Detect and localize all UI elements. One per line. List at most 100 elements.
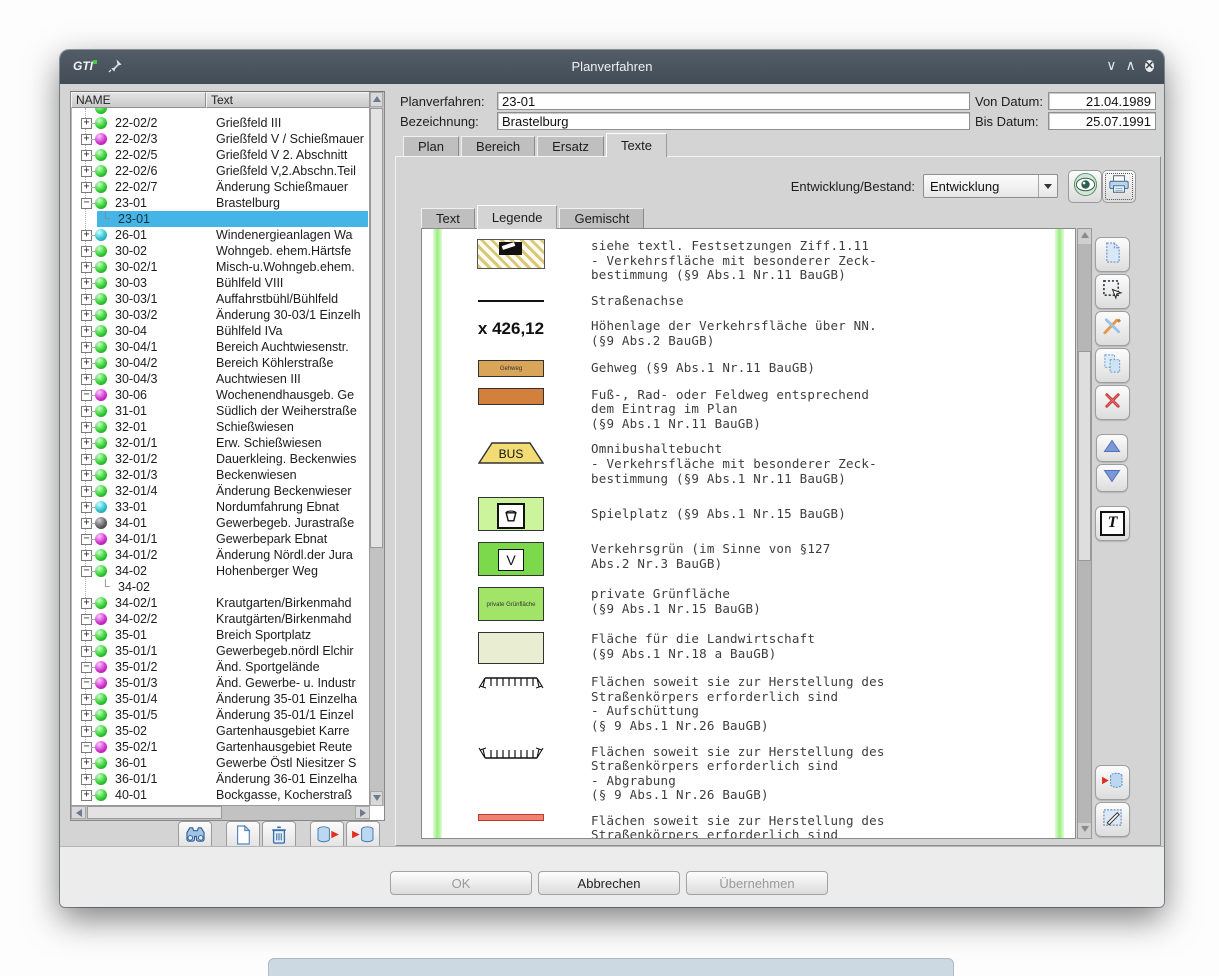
tree-row[interactable]: −34-02/2Krautgärten/Birkenmahd: [71, 611, 368, 627]
expand-toggle-icon[interactable]: −: [81, 742, 92, 753]
expand-toggle-icon[interactable]: +: [81, 710, 92, 721]
tree-row[interactable]: +30-04/3Auchtwiesen III: [71, 371, 368, 387]
tab-bereich[interactable]: Bereich: [461, 136, 535, 157]
tree-row[interactable]: +35-01/1Gewerbegeb.nördl Elchir: [71, 643, 368, 659]
scroll-down-arrow[interactable]: [1078, 823, 1091, 838]
scrollbar-thumb[interactable]: [87, 806, 222, 819]
tree-row[interactable]: +22-02/2Grießfeld III: [71, 115, 368, 131]
close-button[interactable]: ✕: [1145, 56, 1154, 75]
eye-button[interactable]: [1068, 170, 1102, 203]
scrollbar-thumb[interactable]: [370, 108, 383, 548]
ok-button[interactable]: OK: [390, 871, 532, 895]
expand-toggle-icon[interactable]: +: [81, 406, 92, 417]
tree-row[interactable]: +30-02/1Misch-u.Wohngeb.ehem.: [71, 259, 368, 275]
tree-row[interactable]: +30-04/2Bereich Köhlerstraße: [71, 355, 368, 371]
tree-row[interactable]: +36-01Gewerbe Östl Niesitzer S: [71, 755, 368, 771]
expand-toggle-icon[interactable]: +: [81, 326, 92, 337]
expand-toggle-icon[interactable]: −: [81, 614, 92, 625]
expand-toggle-icon[interactable]: +: [81, 150, 92, 161]
expand-toggle-icon[interactable]: +: [81, 374, 92, 385]
abbrechen-button[interactable]: Abbrechen: [538, 871, 680, 895]
tree-row[interactable]: +32-01/4Änderung Beckenwieser: [71, 483, 368, 499]
tree-row[interactable]: −35-02/1Gartenhausgebiet Reute: [71, 739, 368, 755]
expand-toggle-icon[interactable]: +: [81, 438, 92, 449]
expand-toggle-icon[interactable]: +: [81, 598, 92, 609]
tree-row[interactable]: −35-01/3Änd. Gewerbe- u. Industr: [71, 675, 368, 691]
tree-row[interactable]: +30-04Bühlfeld IVa: [71, 323, 368, 339]
scroll-right-arrow[interactable]: [355, 806, 370, 819]
tree-vertical-scrollbar[interactable]: [369, 92, 384, 806]
expand-toggle-icon[interactable]: +: [81, 294, 92, 305]
expand-toggle-icon[interactable]: +: [81, 182, 92, 193]
von-datum-input[interactable]: [1048, 92, 1156, 110]
tree-row[interactable]: −34-02Hohenberger Weg: [71, 563, 368, 579]
tree-row[interactable]: +36-01/1Änderung 36-01 Einzelha: [71, 771, 368, 787]
tree-row[interactable]: +26-01Windenergieanlagen Wa: [71, 227, 368, 243]
tree-row[interactable]: +34-01Gewerbegeb. Jurastraße: [71, 515, 368, 531]
tree-row[interactable]: +30-04/1Bereich Auchtwiesenstr.: [71, 339, 368, 355]
tree-row[interactable]: +32-01/1Erw. Schießwiesen: [71, 435, 368, 451]
bezeichnung-input[interactable]: [497, 112, 970, 130]
bis-datum-input[interactable]: [1048, 112, 1156, 130]
expand-toggle-icon[interactable]: +: [81, 502, 92, 513]
expand-toggle-icon[interactable]: +: [81, 358, 92, 369]
expand-toggle-icon[interactable]: +: [81, 422, 92, 433]
tree-row[interactable]: +40-01Bockgasse, Kocherstraß: [71, 787, 368, 802]
scrollbar-thumb[interactable]: [1078, 351, 1091, 561]
tree-row[interactable]: +30-03/2Änderung 30-03/1 Einzelh: [71, 307, 368, 323]
tree-row[interactable]: +32-01/2Dauerkleing. Beckenwies: [71, 451, 368, 467]
expand-toggle-icon[interactable]: +: [81, 342, 92, 353]
tree-row[interactable]: +22-02/7Änderung Schießmauer: [71, 179, 368, 195]
tab-texte[interactable]: Texte: [606, 133, 667, 157]
tab-ersatz[interactable]: Ersatz: [537, 136, 604, 157]
expand-toggle-icon[interactable]: +: [81, 246, 92, 257]
tree-row[interactable]: −35-01/2Änd. Sportgelände: [71, 659, 368, 675]
expand-toggle-icon[interactable]: +: [81, 550, 92, 561]
tools-button[interactable]: [1095, 311, 1130, 346]
copy-button[interactable]: [1095, 348, 1130, 383]
expand-toggle-icon[interactable]: −: [81, 662, 92, 673]
column-header-text[interactable]: Text: [206, 92, 370, 108]
expand-toggle-icon[interactable]: +: [81, 758, 92, 769]
tree-row[interactable]: +22-02/6Grießfeld V,2.Abschn.Teil: [71, 163, 368, 179]
subtab-gemischt[interactable]: Gemischt: [559, 208, 644, 229]
tree-row[interactable]: +34-01/2Änderung Nördl.der Jura: [71, 547, 368, 563]
subtab-text[interactable]: Text: [421, 208, 475, 229]
tree-row[interactable]: +22-02/5Grießfeld V 2. Abschnitt: [71, 147, 368, 163]
expand-toggle-icon[interactable]: −: [81, 678, 92, 689]
tree-row[interactable]: −30-06Wochenendhausgeb. Ge: [71, 387, 368, 403]
entwicklung-bestand-select[interactable]: Entwicklung: [923, 174, 1058, 198]
expand-toggle-icon[interactable]: +: [81, 694, 92, 705]
chevron-down-icon[interactable]: [1038, 175, 1057, 197]
titlebar[interactable]: GTI Planverfahren ∨∧✕: [60, 50, 1164, 84]
planverfahren-input[interactable]: [497, 92, 970, 110]
tree-row[interactable]: +31-01Südlich der Weiherstraße: [71, 403, 368, 419]
expand-toggle-icon[interactable]: +: [81, 630, 92, 641]
expand-toggle-icon[interactable]: +: [81, 230, 92, 241]
tree-row[interactable]: +30-03/1Auffahrstbühl/Bühlfeld: [71, 291, 368, 307]
tree-horizontal-scrollbar[interactable]: [71, 805, 370, 820]
expand-toggle-icon[interactable]: +: [81, 518, 92, 529]
tree-row[interactable]: −23-01Brastelburg: [71, 195, 368, 211]
expand-toggle-icon[interactable]: +: [81, 774, 92, 785]
image-edit-button[interactable]: [1095, 802, 1130, 837]
expand-toggle-icon[interactable]: +: [81, 310, 92, 321]
text-style-button[interactable]: T: [1095, 506, 1130, 541]
expand-toggle-icon[interactable]: +: [81, 486, 92, 497]
expand-toggle-icon[interactable]: +: [81, 454, 92, 465]
legend-vertical-scrollbar[interactable]: [1077, 228, 1092, 839]
tree-row[interactable]: +30-02Wohngeb. ehem.Härtsfe: [71, 243, 368, 259]
db-write-button[interactable]: [1095, 765, 1130, 800]
expand-toggle-icon[interactable]: −: [81, 566, 92, 577]
expand-toggle-icon[interactable]: −: [81, 390, 92, 401]
tree-row[interactable]: −34-01/1Gewerbepark Ebnat: [71, 531, 368, 547]
expand-toggle-icon[interactable]: +: [81, 470, 92, 481]
expand-toggle-icon[interactable]: +: [81, 134, 92, 145]
move-up-button[interactable]: [1096, 434, 1128, 462]
tree-row[interactable]: +22-02/3Grießfeld V / Schießmauer: [71, 131, 368, 147]
tree-row[interactable]: └34-02: [71, 579, 368, 595]
expand-toggle-icon[interactable]: +: [81, 262, 92, 273]
print-button[interactable]: [1102, 170, 1136, 203]
bernehmen-button[interactable]: Übernehmen: [686, 871, 828, 895]
tree-row[interactable]: +35-01/4Änderung 35-01 Einzelha: [71, 691, 368, 707]
